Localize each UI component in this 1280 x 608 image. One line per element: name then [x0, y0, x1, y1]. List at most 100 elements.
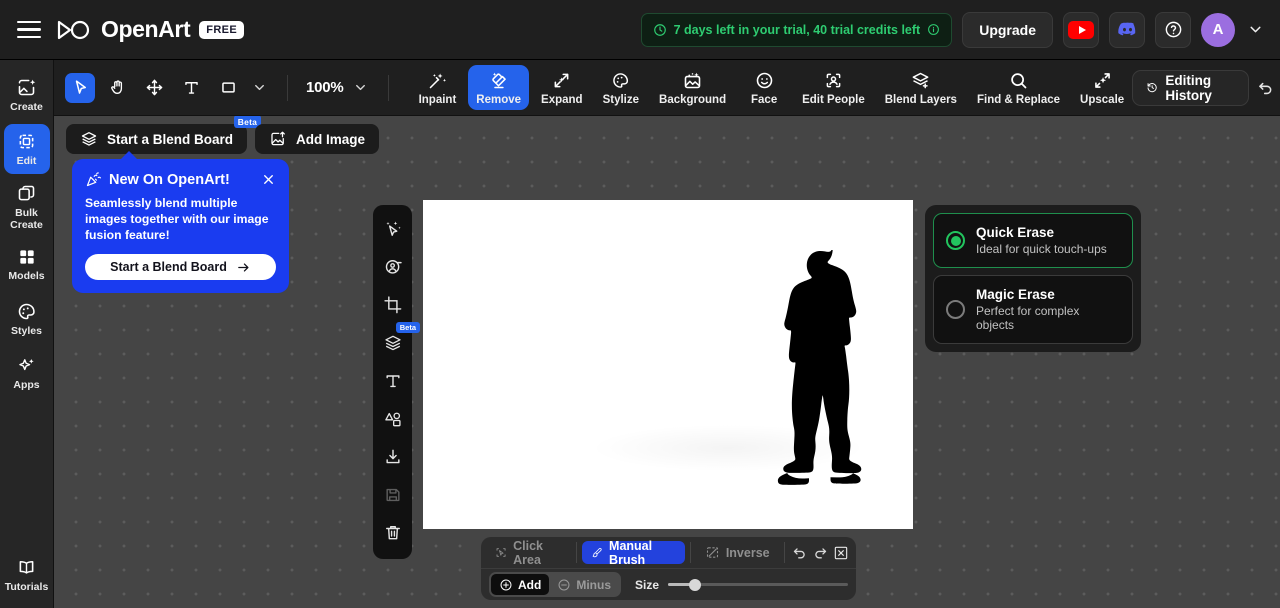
popup-cta-button[interactable]: Start a Blend Board [85, 254, 276, 280]
tool-label: Upscale [1080, 94, 1125, 106]
avatar[interactable]: A [1201, 12, 1235, 47]
brush-undo-button[interactable] [789, 541, 810, 564]
tool-blend-layers[interactable]: Blend Layers [877, 65, 965, 110]
add-image-button[interactable]: Add Image [255, 124, 380, 154]
brush-size-slider[interactable] [668, 577, 848, 593]
layers-icon [81, 132, 97, 146]
background-image-icon [684, 72, 701, 89]
zoom-dropdown-caret[interactable] [351, 80, 370, 95]
add-minus-toggle: Add Minus [489, 572, 621, 597]
add-image-label: Add Image [296, 131, 366, 147]
brush-mode-click-area[interactable]: Click Area [486, 538, 571, 567]
tool-label: Stylize [602, 94, 640, 106]
close-x-icon[interactable] [261, 172, 276, 187]
sidebar-item-models[interactable]: Models [4, 240, 50, 290]
tool-label: Edit People [802, 94, 865, 106]
chevron-down-icon[interactable] [1245, 21, 1266, 38]
magic-select-icon[interactable] [378, 213, 408, 245]
help-button[interactable] [1155, 11, 1191, 48]
editing-history-button[interactable]: Editing History [1132, 69, 1249, 106]
save-disk-icon[interactable] [378, 479, 408, 511]
sidebar-item-styles[interactable]: Styles [4, 294, 50, 344]
text-t-icon[interactable] [378, 365, 408, 397]
brush-toolbar: Click Area Manual Brush Inverse Add Minu… [481, 537, 856, 600]
erase-option-title: Quick Erase [976, 225, 1055, 240]
upgrade-button[interactable]: Upgrade [962, 11, 1053, 48]
bulk-line2: Create [10, 218, 43, 231]
erase-option-subtitle: Ideal for quick touch-ups [976, 242, 1107, 256]
blend-board-bar: Start a Blend Board Beta Add Image [66, 115, 380, 154]
trial-status-text: 7 days left in your trial, 40 trial cred… [673, 22, 921, 37]
sidebar-item-create[interactable]: Create [4, 70, 50, 120]
slider-knob[interactable] [689, 578, 701, 591]
layers-icon[interactable]: Beta [378, 322, 420, 359]
shapes-icon[interactable] [378, 403, 408, 435]
openart-logo-icon [55, 19, 93, 41]
tool-background[interactable]: Background [651, 65, 734, 110]
magic-image-icon [18, 79, 36, 96]
brush-redo-button[interactable] [810, 541, 831, 564]
cursor-arrow-icon[interactable] [65, 72, 95, 103]
erase-option-quick[interactable]: Quick Erase Ideal for quick touch-ups [933, 213, 1133, 268]
minus-circle-icon [558, 579, 570, 590]
brush-minus-button[interactable]: Minus [549, 574, 619, 595]
stylize-palette-icon [613, 73, 629, 88]
beta-badge: Beta [396, 322, 420, 333]
tool-upscale[interactable]: Upscale [1072, 65, 1132, 110]
popup-title: New On OpenArt! [109, 171, 230, 188]
brush-mode-row: Click Area Manual Brush Inverse [481, 537, 856, 568]
sidebar-item-apps[interactable]: Apps [4, 348, 50, 398]
toolbar-divider [287, 74, 288, 101]
erase-option-magic[interactable]: Magic Erase Perfect for complex objects [933, 275, 1133, 344]
brush-clear-button[interactable] [831, 541, 852, 564]
brush-mode-manual-brush[interactable]: Manual Brush [581, 539, 685, 567]
youtube-button[interactable] [1063, 11, 1099, 48]
face-retouch-icon[interactable] [378, 251, 408, 283]
move-arrows-icon[interactable] [139, 73, 169, 103]
image-upload-icon [271, 131, 285, 146]
trial-status-badge[interactable]: 7 days left in your trial, 40 trial cred… [640, 12, 953, 47]
square-shape-icon[interactable] [213, 73, 243, 103]
undo-button[interactable] [1253, 71, 1278, 105]
start-blend-board-button[interactable]: Start a Blend Board Beta [66, 115, 262, 154]
erase-option-text: Magic Erase Perfect for complex objects [976, 287, 1120, 332]
tool-edit-people[interactable]: Edit People [794, 65, 873, 110]
clock-icon [653, 23, 666, 36]
tool-face[interactable]: Face [738, 65, 790, 110]
hand-icon[interactable] [102, 73, 132, 103]
brush-add-button[interactable]: Add [491, 574, 550, 595]
brush-divider [690, 542, 691, 563]
popup-cta-label: Start a Blend Board [110, 260, 227, 274]
tool-label: Background [659, 94, 727, 106]
trash-icon[interactable] [378, 517, 408, 549]
tool-expand[interactable]: Expand [533, 65, 591, 110]
brush-divider [576, 542, 577, 563]
tool-inpaint[interactable]: Inpaint [411, 65, 465, 110]
zoom-level-value[interactable]: 100% [306, 79, 344, 96]
sidebar-item-tutorials[interactable]: Tutorials [4, 550, 50, 600]
new-feature-popup: New On OpenArt! Seamlessly blend multipl… [72, 151, 289, 293]
sidebar-item-edit[interactable]: Edit [3, 124, 50, 174]
brush-mode-label: Inverse [725, 545, 770, 560]
crop-select-icon [19, 134, 34, 149]
download-icon[interactable] [378, 441, 408, 473]
tool-remove[interactable]: Remove [468, 65, 530, 110]
brush-mode-label: Click Area [513, 538, 543, 567]
toolbar-history-group: Editing History [1132, 69, 1280, 106]
shape-dropdown-caret[interactable] [250, 80, 269, 95]
image-canvas[interactable] [423, 200, 913, 529]
tool-label: Blend Layers [884, 94, 957, 106]
discord-button[interactable] [1109, 11, 1145, 48]
openart-editor-app: OpenArt FREE 7 days left in your trial, … [0, 0, 1280, 608]
tool-stylize[interactable]: Stylize [595, 65, 647, 110]
crop-icon[interactable] [378, 289, 408, 321]
erase-option-title: Magic Erase [976, 287, 1055, 302]
hamburger-icon[interactable] [17, 21, 41, 38]
bulk-line1: Bulk [15, 207, 38, 219]
sidebar-item-bulk-create[interactable]: Bulk Create [4, 178, 50, 236]
tool-find-replace[interactable]: Find & Replace [969, 65, 1068, 110]
sparkles-icon [19, 358, 34, 370]
text-t-icon[interactable] [176, 73, 206, 103]
brand-name: OpenArt [101, 16, 191, 42]
brush-mode-inverse[interactable]: Inverse [696, 541, 779, 564]
